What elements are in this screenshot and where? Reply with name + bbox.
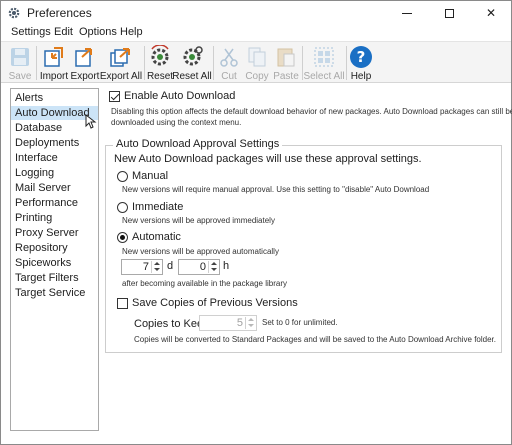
import-button[interactable]: Import	[39, 42, 69, 84]
export-all-icon	[110, 48, 130, 67]
paste-button[interactable]: Paste	[273, 42, 299, 84]
cut-label: Cut	[221, 71, 237, 82]
save-button[interactable]: Save	[7, 42, 33, 84]
import-label: Import	[39, 71, 69, 82]
select-all-icon	[314, 47, 334, 67]
select-all-label: Select All	[303, 71, 345, 82]
days-down-icon[interactable]	[154, 268, 160, 271]
reset-all-button[interactable]: Reset All	[172, 42, 212, 84]
category-list[interactable]: Alerts Auto Download Database Deployment…	[10, 88, 99, 431]
copies-down-icon[interactable]	[248, 324, 254, 327]
enable-auto-download-checkbox[interactable]	[109, 91, 120, 102]
gear-icon	[8, 7, 20, 19]
nav-item-proxy-server[interactable]: Proxy Server	[11, 226, 98, 240]
immediate-label: Immediate	[132, 201, 184, 213]
days-stepper[interactable]: 7	[121, 259, 163, 275]
hours-value: 0	[199, 261, 206, 273]
title-bar: Preferences ✕	[1, 1, 511, 25]
maximize-icon	[444, 8, 454, 18]
menu-bar: Settings Edit Options Help	[1, 25, 511, 41]
enable-description-line2: downloaded using the context menu.	[111, 118, 242, 127]
export-all-label: Export All	[99, 71, 143, 82]
hours-down-icon[interactable]	[211, 268, 217, 271]
manual-description: New versions will require manual approva…	[122, 185, 430, 194]
days-unit-label: d	[167, 260, 174, 272]
days-value: 7	[142, 261, 149, 273]
help-button[interactable]: ? Help	[349, 42, 373, 84]
preferences-window: Preferences ✕ Settings Edit Options Help…	[0, 0, 512, 445]
copies-value: 5	[236, 317, 243, 329]
manual-radio[interactable]	[117, 171, 128, 182]
enable-auto-download-label: Enable Auto Download	[124, 90, 236, 102]
automatic-label: Automatic	[132, 231, 181, 243]
copies-to-keep-stepper[interactable]: 5	[199, 315, 257, 331]
minimize-icon	[402, 12, 412, 14]
nav-item-mail-server[interactable]: Mail Server	[11, 181, 98, 195]
menu-edit[interactable]: Edit	[54, 26, 73, 38]
hours-unit-label: h	[223, 260, 230, 272]
nav-item-target-filters[interactable]: Target Filters	[11, 271, 98, 285]
reset-icon	[151, 45, 169, 66]
cut-button[interactable]: Cut	[217, 42, 241, 84]
copy-button[interactable]: Copy	[244, 42, 270, 84]
nav-item-alerts[interactable]: Alerts	[11, 91, 98, 105]
nav-item-repository[interactable]: Repository	[11, 241, 98, 255]
paste-label: Paste	[273, 71, 299, 82]
immediate-radio[interactable]	[117, 202, 128, 213]
copies-up-icon[interactable]	[248, 318, 254, 321]
copy-label: Copy	[245, 71, 269, 82]
menu-settings[interactable]: Settings	[11, 26, 51, 38]
copy-icon	[248, 47, 266, 67]
select-all-button[interactable]: Select All	[303, 42, 345, 84]
nav-item-target-service[interactable]: Target Service	[11, 286, 98, 300]
approval-intro-text: New Auto Download packages will use thes…	[114, 153, 422, 165]
close-icon: ✕	[485, 6, 497, 20]
save-copies-checkbox[interactable]	[117, 298, 128, 309]
menu-options[interactable]: Options	[79, 26, 117, 38]
reset-label: Reset	[146, 71, 174, 82]
close-button[interactable]: ✕	[471, 1, 511, 25]
copies-hint-text: Set to 0 for unlimited.	[262, 318, 338, 327]
hours-stepper[interactable]: 0	[178, 259, 220, 275]
days-up-icon[interactable]	[154, 262, 160, 265]
reset-button[interactable]: Reset	[147, 42, 173, 84]
maximize-button[interactable]	[429, 1, 469, 25]
save-icon	[11, 48, 29, 66]
toolbar: Save Import Export Export All Reset Rese…	[1, 41, 511, 83]
paste-icon	[277, 48, 295, 67]
export-icon	[75, 48, 92, 67]
nav-item-printing[interactable]: Printing	[11, 211, 98, 225]
copies-to-keep-label: Copies to Keep	[134, 318, 210, 330]
import-icon	[44, 47, 63, 67]
enable-description-line1: Disabling this option affects the defaul…	[111, 107, 512, 116]
nav-item-deployments[interactable]: Deployments	[11, 136, 98, 150]
nav-item-interface[interactable]: Interface	[11, 151, 98, 165]
nav-item-logging[interactable]: Logging	[11, 166, 98, 180]
copies-description: Copies will be converted to Standard Pac…	[134, 335, 496, 344]
automatic-description: New versions will be approved automatica…	[122, 247, 279, 256]
nav-item-spiceworks[interactable]: Spiceworks	[11, 256, 98, 270]
save-copies-label: Save Copies of Previous Versions	[132, 297, 298, 309]
export-all-button[interactable]: Export All	[99, 42, 143, 84]
window-title: Preferences	[27, 6, 92, 20]
save-label: Save	[8, 71, 32, 82]
menu-help[interactable]: Help	[120, 26, 143, 38]
immediate-description: New versions will be approved immediatel…	[122, 216, 275, 225]
help-label: Help	[350, 71, 372, 82]
nav-item-performance[interactable]: Performance	[11, 196, 98, 210]
manual-label: Manual	[132, 170, 169, 182]
svg-text:?: ?	[357, 48, 366, 66]
export-label: Export	[70, 71, 100, 82]
hours-up-icon[interactable]	[211, 262, 217, 265]
automatic-radio[interactable]	[117, 232, 128, 243]
reset-all-icon	[183, 46, 203, 66]
mouse-cursor-icon	[85, 114, 97, 129]
reset-all-label: Reset All	[172, 71, 212, 82]
approval-settings-title: Auto Download Approval Settings	[113, 138, 283, 150]
after-available-text: after becoming available in the package …	[122, 279, 287, 288]
help-icon: ?	[350, 46, 372, 68]
minimize-button[interactable]	[387, 1, 427, 25]
cut-icon	[220, 48, 238, 67]
export-button[interactable]: Export	[70, 42, 100, 84]
